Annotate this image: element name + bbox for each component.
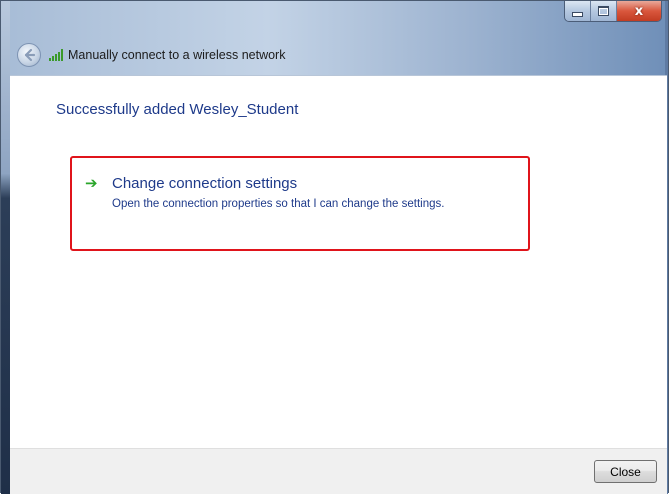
dialog-footer: Close	[10, 448, 667, 494]
minimize-button[interactable]	[565, 1, 591, 21]
change-connection-settings-link[interactable]: ➔ Change connection settings Open the co…	[70, 156, 530, 251]
title-row: Manually connect to a wireless network	[17, 43, 285, 67]
back-arrow-icon	[24, 48, 36, 62]
maximize-icon	[598, 6, 609, 16]
window-title: Manually connect to a wireless network	[68, 48, 286, 62]
minimize-icon	[572, 11, 583, 17]
page-heading: Successfully added Wesley_Student	[56, 101, 299, 118]
task-link-title: Change connection settings	[112, 175, 298, 192]
dialog-window: x Manually connect to a wireless network…	[0, 0, 669, 494]
task-link-description: Open the connection properties so that I…	[112, 198, 445, 210]
close-icon: x	[634, 3, 644, 19]
maximize-button[interactable]	[591, 1, 617, 21]
green-arrow-icon: ➔	[85, 174, 98, 192]
back-button[interactable]	[17, 43, 41, 67]
window-frame-left	[1, 1, 10, 494]
close-button[interactable]: Close	[594, 460, 657, 483]
content-pane: Successfully added Wesley_Student ➔ Chan…	[10, 75, 667, 449]
wireless-signal-icon	[49, 49, 63, 61]
caption-buttons: x	[564, 1, 662, 22]
window-close-button[interactable]: x	[617, 1, 661, 21]
